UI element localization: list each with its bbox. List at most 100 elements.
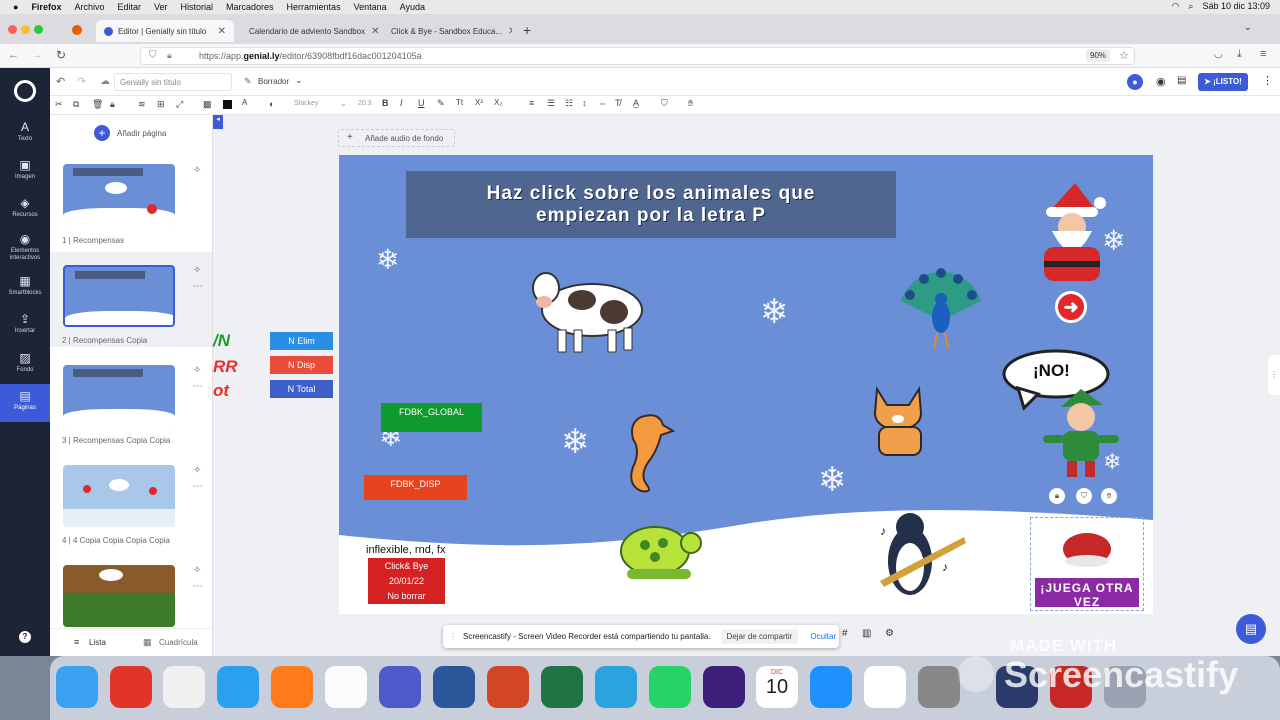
- url-field[interactable]: ⛉ 🔒︎ https://app.genial.ly/editor/63908f…: [140, 47, 1135, 65]
- telegram-icon[interactable]: [595, 666, 637, 708]
- tab-calendario[interactable]: Calendario de adviento Sandbox ✕: [236, 20, 384, 42]
- add-audio-button[interactable]: + Añade audio de fondo: [338, 129, 455, 147]
- system-preferences-icon[interactable]: [918, 666, 960, 708]
- click-bye-note[interactable]: Click& Bye 20/01/22 No borrar: [368, 558, 445, 604]
- more-options-icon[interactable]: ⋮: [1262, 74, 1273, 87]
- juega-otra-vez-button[interactable]: ¡JUEGA OTRA VEZ: [1033, 576, 1141, 609]
- close-tab-icon[interactable]: ✕: [212, 26, 226, 37]
- nav-imagen[interactable]: ▣ Imagen: [0, 158, 50, 180]
- fdbk-disp-box[interactable]: FDBK_DISP: [364, 475, 467, 500]
- page-thumb-3[interactable]: [63, 365, 175, 427]
- page-thumb-1[interactable]: [63, 164, 175, 226]
- grid-view-icon[interactable]: ▦: [143, 637, 152, 648]
- minimize-window-icon[interactable]: [21, 25, 30, 34]
- chevron-down-icon[interactable]: ⌄: [340, 99, 347, 108]
- menu-app[interactable]: Firefox: [31, 2, 61, 12]
- drag-handle-icon[interactable]: ⋮: [449, 632, 457, 641]
- santa-image[interactable]: [1020, 181, 1120, 285]
- next-arrow-button[interactable]: ➜: [1055, 291, 1087, 323]
- presenter-notes-icon[interactable]: ▤: [1177, 75, 1186, 86]
- text-color-icon[interactable]: A: [242, 98, 247, 107]
- right-panel-toggle-icon[interactable]: ⋮: [1268, 355, 1280, 395]
- cut-icon[interactable]: ✂: [55, 99, 63, 110]
- magic-wand-icon[interactable]: ✧: [193, 465, 201, 476]
- hamburger-menu-icon[interactable]: ≡: [1260, 48, 1266, 60]
- whatsapp-icon[interactable]: [649, 666, 691, 708]
- bullet-list-icon[interactable]: ☰: [547, 98, 555, 109]
- hide-button[interactable]: Ocultar: [810, 632, 836, 641]
- n-disp-box[interactable]: N Disp: [270, 356, 333, 374]
- elf-image[interactable]: [1041, 387, 1121, 479]
- menu-ver[interactable]: Ver: [154, 2, 168, 12]
- animation-hand-icon[interactable]: ✋︎: [688, 98, 693, 109]
- chevron-down-icon[interactable]: ⌄: [295, 75, 303, 86]
- clock[interactable]: Sáb 10 dic 13:09: [1202, 1, 1270, 12]
- settings-icon[interactable]: ⚙: [885, 628, 894, 639]
- menu-marcadores[interactable]: Marcadores: [226, 2, 274, 12]
- shadow-icon[interactable]: ◐: [269, 99, 274, 109]
- italic-icon[interactable]: I: [400, 98, 403, 108]
- bookmark-star-icon[interactable]: ☆: [1119, 49, 1129, 62]
- offslide-text-n[interactable]: /N: [213, 331, 230, 351]
- page-thumb-4[interactable]: [63, 465, 175, 527]
- calendar-icon[interactable]: DIC 10: [756, 666, 798, 708]
- grid-icon[interactable]: #: [842, 628, 848, 639]
- nav-insertar[interactable]: ⇪ Insertar: [0, 312, 50, 334]
- undo-icon[interactable]: ↶: [56, 75, 65, 88]
- color-swatch[interactable]: [223, 100, 232, 109]
- grid-view-button[interactable]: Cuadrícula: [159, 638, 198, 647]
- slide-title[interactable]: Haz click sobre los animales que empieza…: [406, 171, 896, 238]
- listo-button[interactable]: ➤ ¡LISTO!: [1198, 73, 1248, 91]
- superscript-icon[interactable]: X²: [475, 98, 483, 107]
- nav-fondo[interactable]: ▨ Fondo: [0, 351, 50, 373]
- menu-archivo[interactable]: Archivo: [74, 2, 104, 12]
- preview-eye-icon[interactable]: ◉: [1156, 75, 1166, 88]
- more-options-icon[interactable]: ⋯: [193, 381, 203, 392]
- safari-icon[interactable]: [217, 666, 259, 708]
- animation-hand-icon[interactable]: ✋︎: [1101, 488, 1117, 504]
- add-page-button[interactable]: Añadir página: [117, 129, 166, 138]
- magic-wand-icon[interactable]: ✧: [193, 165, 201, 176]
- subscript-icon[interactable]: X₂: [494, 98, 502, 107]
- text-style-icon[interactable]: Tt: [456, 98, 463, 107]
- powerpoint-icon[interactable]: [487, 666, 529, 708]
- page-thumb-5[interactable]: [63, 565, 175, 627]
- zoom-level[interactable]: 90%: [1086, 49, 1111, 62]
- align-icon[interactable]: ⊞: [157, 99, 165, 110]
- n-total-box[interactable]: N Total: [270, 380, 333, 398]
- offslide-text-ot[interactable]: ot: [213, 381, 229, 401]
- firefox-view-icon[interactable]: [72, 25, 82, 35]
- lock-element-icon[interactable]: 🔒︎: [110, 99, 115, 110]
- interactivity-icon[interactable]: ⛉: [661, 98, 668, 109]
- magic-wand-icon[interactable]: ✧: [193, 365, 201, 376]
- lock-icon[interactable]: 🔒︎: [167, 50, 172, 61]
- nav-smartblocks[interactable]: ▦ Smartblocks: [0, 274, 50, 296]
- line-height-icon[interactable]: ↕: [582, 98, 587, 108]
- tab-editor[interactable]: Editor | Genially sin título ✕: [96, 20, 234, 42]
- n-elim-box[interactable]: N Elim: [270, 332, 333, 350]
- firefox-icon[interactable]: [271, 666, 313, 708]
- project-title-input[interactable]: Genially sin título: [114, 73, 232, 91]
- layers-icon[interactable]: ≋: [138, 99, 146, 110]
- slide-canvas[interactable]: ❄ ❄ ❄ ❄ ❄ ❄ ❄ Haz click sobre los animal…: [339, 155, 1153, 614]
- nav-elementos-interactivos[interactable]: ◉ Elementos interactivos: [0, 232, 50, 261]
- penguin-image[interactable]: ♪ ♪: [870, 511, 968, 603]
- more-options-icon[interactable]: ⋯: [193, 281, 203, 292]
- more-options-icon[interactable]: ⋯: [193, 581, 203, 592]
- menu-ventana[interactable]: Ventana: [354, 2, 387, 12]
- magic-wand-icon[interactable]: ✧: [193, 265, 201, 276]
- seahorse-image[interactable]: [619, 409, 675, 495]
- launchpad-icon[interactable]: [163, 666, 205, 708]
- list-view-button[interactable]: Lista: [89, 638, 106, 647]
- layout-icon[interactable]: ▥: [862, 628, 871, 639]
- menu-historial[interactable]: Historial: [181, 2, 214, 12]
- underline-icon[interactable]: U: [418, 98, 425, 108]
- size-icon[interactable]: ⤢: [176, 99, 183, 110]
- chrome-icon[interactable]: [325, 666, 367, 708]
- word-icon[interactable]: [433, 666, 475, 708]
- forward-icon[interactable]: →: [32, 49, 43, 61]
- font-size-input[interactable]: 20.3: [358, 100, 372, 107]
- menu-editar[interactable]: Editar: [117, 2, 141, 12]
- nav-paginas[interactable]: ▤ Páginas: [0, 384, 50, 422]
- redo-icon[interactable]: ↷: [77, 75, 86, 88]
